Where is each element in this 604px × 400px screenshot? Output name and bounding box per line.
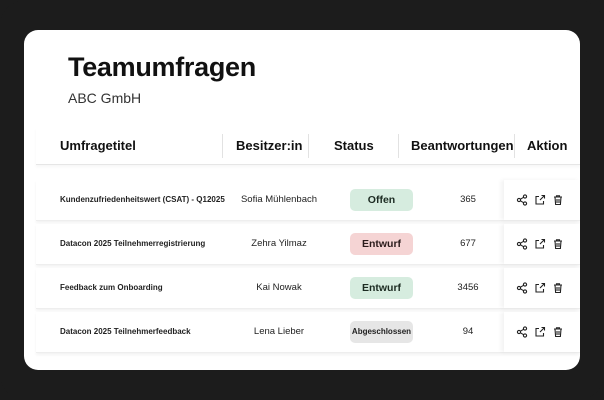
surveys-card: Teamumfragen ABC GmbH Umfragetitel Besit… bbox=[24, 30, 580, 370]
company-name: ABC GmbH bbox=[68, 90, 142, 106]
row-actions bbox=[516, 180, 570, 220]
trash-icon[interactable] bbox=[552, 194, 564, 206]
header-survey-title[interactable]: Umfragetitel bbox=[60, 128, 136, 164]
response-count: 365 bbox=[460, 194, 476, 205]
header-action: Aktion bbox=[527, 138, 568, 153]
header-owner[interactable]: Besitzer:in bbox=[236, 128, 302, 164]
trash-icon[interactable] bbox=[552, 282, 564, 294]
page-title: Teamumfragen bbox=[68, 52, 256, 82]
survey-title[interactable]: Kundenzufriedenheitswert (CSAT) - Q12025 bbox=[60, 180, 225, 220]
status-badge: Entwurf bbox=[350, 233, 413, 255]
share-icon[interactable] bbox=[516, 238, 528, 250]
trash-icon[interactable] bbox=[552, 326, 564, 338]
share-icon[interactable] bbox=[516, 282, 528, 294]
survey-title[interactable]: Datacon 2025 Teilnehmerregistrierung bbox=[60, 224, 205, 264]
table-header: Umfragetitel Besitzer:in Status Beantwor… bbox=[36, 128, 580, 165]
table-row[interactable]: Datacon 2025 Teilnehmerfeedback Lena Lieb… bbox=[36, 312, 580, 353]
survey-title[interactable]: Datacon 2025 Teilnehmerfeedback bbox=[60, 312, 191, 352]
export-icon[interactable] bbox=[534, 194, 546, 206]
header-responses[interactable]: Beantwortungen bbox=[411, 128, 514, 164]
column-divider bbox=[514, 134, 515, 158]
export-icon[interactable] bbox=[534, 326, 546, 338]
column-divider bbox=[222, 134, 223, 158]
export-icon[interactable] bbox=[534, 238, 546, 250]
row-actions bbox=[516, 268, 570, 308]
survey-owner: Kai Nowak bbox=[256, 282, 302, 293]
response-count: 3456 bbox=[457, 282, 479, 293]
header-status[interactable]: Status bbox=[334, 128, 374, 164]
status-badge: Offen bbox=[350, 189, 413, 211]
share-icon[interactable] bbox=[516, 326, 528, 338]
column-divider bbox=[308, 134, 309, 158]
export-icon[interactable] bbox=[534, 282, 546, 294]
status-badge: Abgeschlossen bbox=[350, 321, 413, 343]
survey-title[interactable]: Feedback zum Onboarding bbox=[60, 268, 163, 308]
column-divider bbox=[398, 134, 399, 158]
table-row[interactable]: Feedback zum Onboarding Kai Nowak Entwurf 3… bbox=[36, 268, 580, 309]
row-actions bbox=[516, 312, 570, 352]
table-row[interactable]: Kundenzufriedenheitswert (CSAT) - Q12025… bbox=[36, 180, 580, 221]
survey-owner: Sofia Mühlenbach bbox=[240, 194, 318, 205]
response-count: 677 bbox=[460, 238, 476, 249]
survey-owner: Lena Lieber bbox=[253, 326, 305, 337]
surveys-table: Umfragetitel Besitzer:in Status Beantwor… bbox=[36, 128, 580, 165]
survey-owner: Zehra Yilmaz bbox=[251, 238, 307, 249]
trash-icon[interactable] bbox=[552, 238, 564, 250]
status-badge: Entwurf bbox=[350, 277, 413, 299]
row-actions bbox=[516, 224, 570, 264]
share-icon[interactable] bbox=[516, 194, 528, 206]
response-count: 94 bbox=[462, 326, 474, 337]
table-row[interactable]: Datacon 2025 Teilnehmerregistrierung Zehr… bbox=[36, 224, 580, 265]
